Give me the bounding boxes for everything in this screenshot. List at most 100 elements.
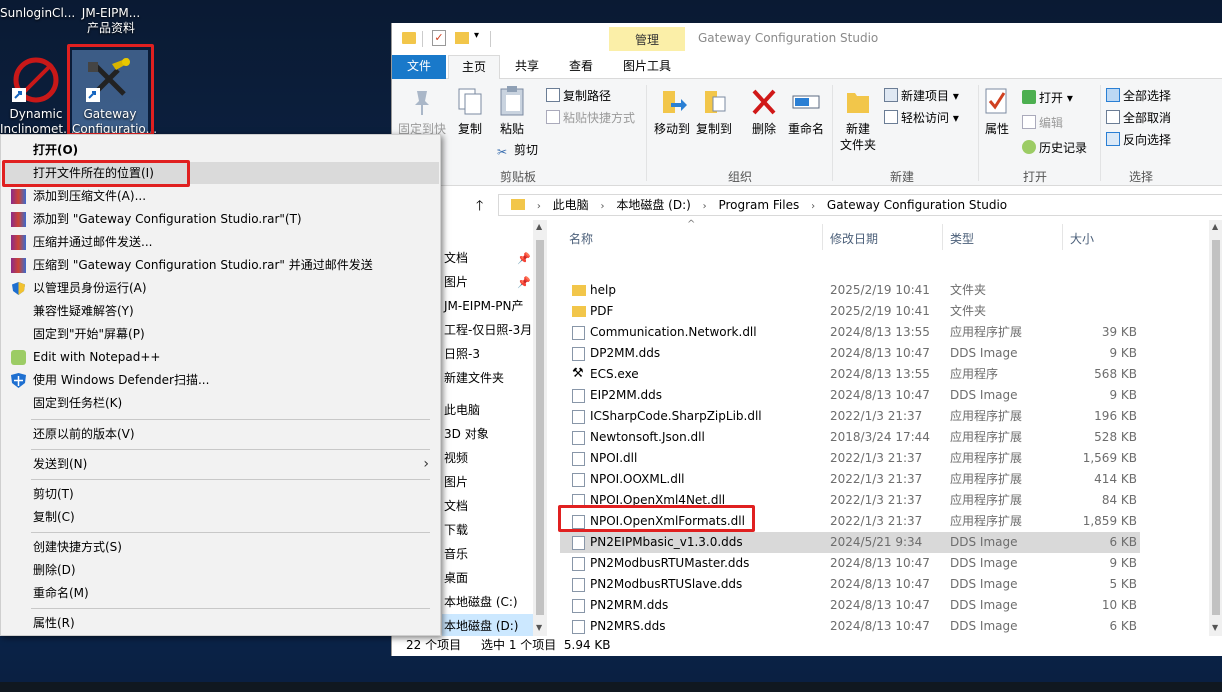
select-all-button[interactable]: 全部选择	[1106, 87, 1171, 105]
nav-item[interactable]: 文档	[444, 494, 468, 518]
open-button[interactable]: 打开 ▾	[1022, 89, 1073, 107]
easy-access-button[interactable]: 轻松访问 ▾	[884, 109, 959, 127]
nav-scrollbar[interactable]: ▲ ▼	[533, 220, 547, 636]
menu-item-pin-taskbar[interactable]: 固定到任务栏(K)	[3, 392, 439, 414]
up-arrow-icon[interactable]: 🡑	[476, 195, 483, 219]
menu-item-pin-start[interactable]: 固定到"开始"屏幕(P)	[3, 323, 439, 345]
column-header-type[interactable]: 类型	[950, 230, 974, 247]
cut-button[interactable]: ✂ 剪切	[497, 141, 538, 159]
menu-item-add-to-archive[interactable]: 添加到压缩文件(A)...	[3, 185, 439, 207]
file-row[interactable]: DP2MM.dds 2024/8/13 10:47 DDS Image 9 KB	[560, 343, 1140, 364]
address-bar[interactable]: › 此电脑 › 本地磁盘 (D:) › Program Files › Gate…	[498, 194, 1222, 216]
file-list-scrollbar-thumb[interactable]	[1212, 240, 1220, 615]
column-header-date[interactable]: 修改日期	[830, 230, 878, 247]
edit-button[interactable]: 编辑	[1022, 114, 1063, 132]
nav-item[interactable]: 工程-仅日照-3月	[444, 318, 532, 342]
breadcrumb-this-pc[interactable]: 此电脑	[553, 198, 589, 212]
folder-icon[interactable]	[402, 32, 416, 44]
desktop-icon-sunlogin-label[interactable]: SunloginCl...	[0, 6, 75, 21]
properties-button[interactable]: 属性	[982, 85, 1012, 137]
breadcrumb-program-files[interactable]: Program Files	[718, 198, 799, 212]
desktop-icon-jm-eipm-label[interactable]: JM-EIPM... 产品资料	[72, 6, 150, 36]
file-row[interactable]: PN2EIPMbasic_v1.3.0.dds 2024/5/21 9:34 DDS…	[560, 532, 1140, 553]
file-row[interactable]: PN2ModbusRTUSlave.dds 2024/8/13 10:47 DDS …	[560, 574, 1140, 595]
file-list-scrollbar[interactable]: ▲ ▼	[1209, 220, 1222, 636]
nav-item-selected[interactable]: 本地磁盘 (D:)	[442, 614, 542, 636]
nav-item[interactable]: 此电脑	[444, 398, 480, 422]
tab-view[interactable]: 查看	[556, 55, 606, 79]
file-row[interactable]: ICSharpCode.SharpZipLib.dll 2022/1/3 21:3…	[560, 406, 1140, 427]
menu-item-add-to-rar[interactable]: 添加到 "Gateway Configuration Studio.rar"(T…	[3, 208, 439, 230]
nav-item[interactable]: 视频	[444, 446, 468, 470]
copy-to-button[interactable]: 复制到	[694, 85, 734, 137]
menu-item-notepadpp[interactable]: Edit with Notepad++	[3, 346, 439, 368]
menu-item-compress-rar-email[interactable]: 压缩到 "Gateway Configuration Studio.rar" 并…	[3, 254, 439, 276]
history-button[interactable]: 历史记录	[1022, 139, 1087, 157]
nav-item[interactable]: 音乐	[444, 542, 468, 566]
nav-item[interactable]: 桌面	[444, 566, 468, 590]
scroll-up-icon[interactable]: ▲	[1212, 222, 1218, 231]
file-row[interactable]: help 2025/2/19 10:41 文件夹	[560, 280, 1140, 301]
tab-picture-tools[interactable]: 图片工具	[609, 55, 685, 79]
select-none-button[interactable]: 全部取消	[1106, 109, 1171, 127]
move-to-button[interactable]: 移动到	[652, 85, 692, 137]
desktop-icon-dynamic-label[interactable]: Dynamic Inclinomet...	[0, 107, 75, 137]
nav-item[interactable]: 日照-3	[444, 342, 480, 366]
file-row[interactable]: Communication.Network.dll 2024/8/13 13:55…	[560, 322, 1140, 343]
nav-item[interactable]: JM-EIPM-PN产	[444, 294, 523, 318]
menu-item-troubleshoot[interactable]: 兼容性疑难解答(Y)	[3, 300, 439, 322]
rename-button[interactable]: 重命名	[786, 85, 826, 137]
menu-item-rename[interactable]: 重命名(M)	[3, 582, 439, 604]
file-row[interactable]: Newtonsoft.Json.dll 2018/3/24 17:44 应用程序扩展…	[560, 427, 1140, 448]
file-row[interactable]: PN2ModbusRTUMaster.dds 2024/8/13 10:47 DDS…	[560, 553, 1140, 574]
menu-item-copy[interactable]: 复制(C)	[3, 506, 439, 528]
nav-item[interactable]: 本地磁盘 (C:)	[444, 590, 518, 614]
menu-item-properties[interactable]: 属性(R)	[3, 612, 439, 634]
delete-button[interactable]: 删除	[746, 85, 782, 137]
menu-item-create-shortcut[interactable]: 创建快捷方式(S)	[3, 536, 439, 558]
menu-item-open[interactable]: 打开(O)	[3, 139, 439, 161]
breadcrumb-drive-d[interactable]: 本地磁盘 (D:)	[616, 198, 690, 212]
tab-manage[interactable]: 管理	[609, 27, 685, 51]
scroll-up-icon[interactable]: ▲	[536, 222, 542, 231]
column-header-size[interactable]: 大小	[1070, 230, 1094, 247]
copy-button[interactable]: 复制	[452, 85, 488, 137]
tab-home[interactable]: 主页	[448, 55, 500, 80]
menu-item-cut[interactable]: 剪切(T)	[3, 483, 439, 505]
menu-item-defender-scan[interactable]: 使用 Windows Defender扫描...	[3, 369, 439, 391]
nav-item[interactable]: 文档	[444, 246, 468, 270]
file-row[interactable]: NPOI.OOXML.dll 2022/1/3 21:37 应用程序扩展 414 KB	[560, 469, 1140, 490]
column-header-name[interactable]: 名称	[569, 230, 593, 247]
properties-check-icon[interactable]: ✓	[432, 30, 446, 46]
file-row[interactable]: PDF 2025/2/19 10:41 文件夹	[560, 301, 1140, 322]
nav-item[interactable]: 下载	[444, 518, 468, 542]
file-row[interactable]: PN2MRS.dds 2024/8/13 10:47 DDS Image 6 KB	[560, 616, 1140, 637]
tab-file[interactable]: 文件	[392, 55, 446, 79]
scroll-down-icon[interactable]: ▼	[536, 623, 542, 632]
tab-share[interactable]: 共享	[502, 55, 552, 79]
file-row[interactable]: NPOI.dll 2022/1/3 21:37 应用程序扩展 1,569 KB	[560, 448, 1140, 469]
paste-shortcut-button[interactable]: 粘贴快捷方式	[546, 109, 635, 127]
new-folder-icon[interactable]	[455, 32, 469, 44]
nav-item[interactable]: 新建文件夹	[444, 366, 504, 390]
new-folder-button[interactable]: 新建 文件夹	[838, 85, 878, 153]
copy-path-button[interactable]: 复制路径	[546, 87, 611, 105]
menu-item-send-to[interactable]: 发送到(N) ›	[3, 453, 439, 475]
menu-item-run-as-admin[interactable]: 以管理员身份运行(A)	[3, 277, 439, 299]
pin-quick-access-button[interactable]: 固定到快	[398, 85, 446, 137]
paste-button[interactable]: 粘贴	[494, 85, 530, 137]
nav-scrollbar-thumb[interactable]	[536, 240, 544, 615]
menu-item-compress-email[interactable]: 压缩并通过邮件发送...	[3, 231, 439, 253]
breadcrumb-current[interactable]: Gateway Configuration Studio	[827, 198, 1007, 212]
file-row[interactable]: PN2MRM.dds 2024/8/13 10:47 DDS Image 10 KB	[560, 595, 1140, 616]
new-item-button[interactable]: 新建项目 ▾	[884, 87, 959, 105]
nav-item[interactable]: 图片	[444, 470, 468, 494]
file-row[interactable]: EIP2MM.dds 2024/8/13 10:47 DDS Image 9 KB	[560, 385, 1140, 406]
nav-item[interactable]: 图片	[444, 270, 468, 294]
file-row[interactable]: ⚒ ECS.exe 2024/8/13 13:55 应用程序 568 KB	[560, 364, 1140, 385]
scroll-down-icon[interactable]: ▼	[1212, 623, 1218, 632]
menu-item-delete[interactable]: 删除(D)	[3, 559, 439, 581]
menu-item-restore-versions[interactable]: 还原以前的版本(V)	[3, 423, 439, 445]
invert-selection-button[interactable]: 反向选择	[1106, 131, 1171, 149]
nav-item[interactable]: 3D 对象	[444, 422, 489, 446]
